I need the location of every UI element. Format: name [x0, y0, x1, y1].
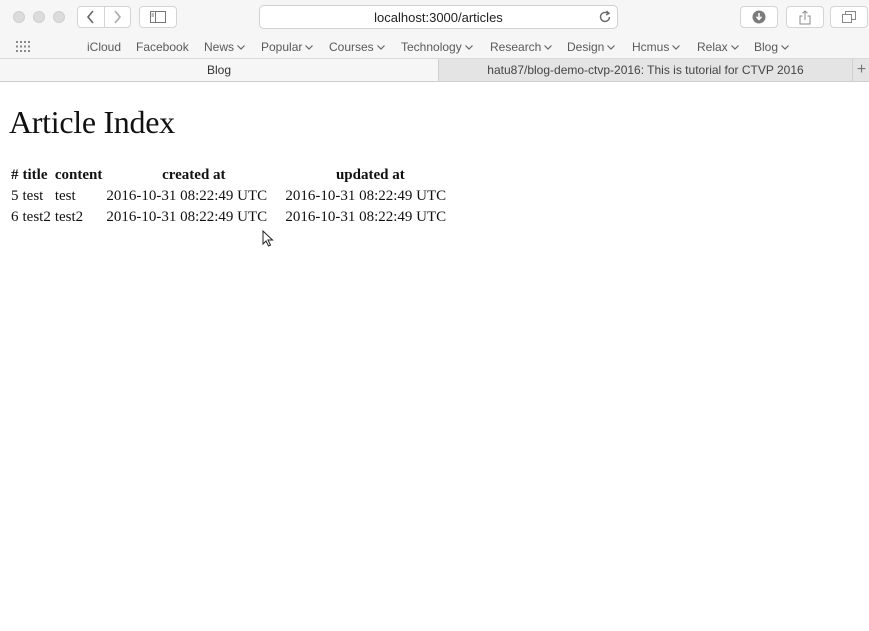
bookmark-icloud[interactable]: iCloud: [87, 40, 121, 54]
close-window-button[interactable]: [13, 11, 25, 23]
bookmark-folder-relax[interactable]: Relax: [697, 40, 739, 54]
bookmark-label: Facebook: [136, 40, 189, 54]
page-title: Article Index: [9, 104, 175, 140]
forward-button[interactable]: [103, 7, 131, 27]
chevron-down-icon: [464, 45, 473, 50]
bookmark-folder-popular[interactable]: Popular: [261, 40, 314, 54]
bookmark-folder-blog[interactable]: Blog: [754, 40, 789, 54]
cell-title: test2: [22, 209, 51, 225]
share-icon: [799, 9, 811, 24]
bookmark-label: News: [204, 40, 235, 54]
tab-label: hatu87/blog-demo-ctvp-2016: This is tuto…: [487, 63, 804, 77]
bookmark-label: Research: [490, 40, 542, 54]
chevron-down-icon: [305, 45, 314, 50]
bookmark-folder-courses[interactable]: Courses: [329, 40, 385, 54]
column-header-content: content: [54, 167, 103, 183]
chevron-down-icon: [730, 45, 739, 50]
share-button[interactable]: [786, 6, 824, 28]
cell-created-at: 2016-10-31 08:22:49 UTC: [106, 209, 268, 225]
column-header-title: title: [22, 167, 48, 183]
cell-content: test: [54, 188, 76, 204]
download-icon: [752, 10, 766, 24]
column-header-id: #: [11, 167, 19, 183]
chevron-down-icon: [376, 45, 385, 50]
table-row: 6 test2 test2 2016-10-31 08:22:49 UTC 20…: [10, 208, 456, 227]
top-sites-button[interactable]: [16, 41, 30, 55]
column-header-created-at: created at: [162, 167, 226, 183]
reload-icon: [599, 10, 611, 23]
bookmark-label: Hcmus: [632, 40, 670, 54]
bookmark-folder-research[interactable]: Research: [490, 40, 553, 54]
articles-table: # title content created at updated at 5 …: [8, 164, 458, 229]
chevron-down-icon: [672, 45, 681, 50]
bookmark-label: Relax: [697, 40, 728, 54]
url-text: localhost:3000/articles: [374, 9, 503, 25]
page-content: Article Index # title content created at…: [0, 82, 869, 631]
address-bar[interactable]: localhost:3000/articles: [259, 5, 618, 29]
cell-updated-at: 2016-10-31 08:22:49 UTC: [285, 188, 447, 204]
reload-button[interactable]: [598, 10, 612, 27]
chevron-down-icon: [237, 45, 245, 50]
tab-bar: Blog hatu87/blog-demo-ctvp-2016: This is…: [0, 59, 869, 82]
chevron-down-icon: [781, 45, 789, 50]
browser-toolbar: localhost:3000/articles: [0, 0, 869, 35]
chevron-down-icon: [544, 45, 553, 50]
zoom-window-button[interactable]: [53, 11, 65, 23]
mouse-pointer-icon: [262, 230, 274, 247]
cell-content: test2: [54, 209, 84, 225]
bookmark-folder-hcmus[interactable]: Hcmus: [632, 40, 681, 54]
table-header-row: # title content created at updated at: [10, 166, 456, 185]
chevron-down-icon: [607, 45, 616, 50]
minimize-window-button[interactable]: [33, 11, 45, 23]
browser-window: localhost:3000/articles iCloud Facebook …: [0, 0, 869, 631]
bookmark-folder-news[interactable]: News: [204, 40, 245, 54]
new-tab-button[interactable]: +: [852, 59, 869, 81]
chevron-left-icon: [86, 10, 94, 24]
tabs-overview-button[interactable]: [830, 6, 868, 28]
bookmark-label: iCloud: [87, 40, 122, 54]
chevron-right-icon: [114, 10, 122, 24]
grid-icon: [16, 41, 30, 52]
bookmark-folder-technology[interactable]: Technology: [401, 40, 473, 54]
table-row: 5 test test 2016-10-31 08:22:49 UTC 2016…: [10, 187, 456, 206]
bookmark-label: Popular: [261, 40, 303, 54]
tabs-overview-icon: [842, 11, 856, 23]
cell-title: test: [22, 188, 44, 204]
sidebar-icon: [150, 11, 166, 23]
cell-updated-at: 2016-10-31 08:22:49 UTC: [285, 209, 447, 225]
bookmark-label: Courses: [329, 40, 374, 54]
cell-id: 5: [11, 188, 19, 204]
sidebar-button[interactable]: [139, 6, 177, 28]
tab-label: Blog: [206, 63, 232, 77]
bookmarks-bar: iCloud Facebook News Popular Courses Tec…: [0, 35, 869, 59]
navigation-buttons: [77, 6, 131, 28]
back-button[interactable]: [78, 7, 104, 27]
bookmark-label: Technology: [401, 40, 462, 54]
tab-blog[interactable]: Blog: [0, 59, 438, 81]
bookmark-label: Design: [567, 40, 605, 54]
tab-github-repo[interactable]: hatu87/blog-demo-ctvp-2016: This is tuto…: [438, 59, 852, 81]
cell-created-at: 2016-10-31 08:22:49 UTC: [106, 188, 268, 204]
bookmark-folder-design[interactable]: Design: [567, 40, 616, 54]
bookmark-label: Blog: [754, 40, 779, 54]
cell-id: 6: [11, 209, 19, 225]
plus-icon: +: [856, 61, 867, 78]
column-header-updated-at: updated at: [335, 167, 405, 183]
bookmark-facebook[interactable]: Facebook: [136, 40, 189, 54]
downloads-button[interactable]: [740, 6, 778, 28]
